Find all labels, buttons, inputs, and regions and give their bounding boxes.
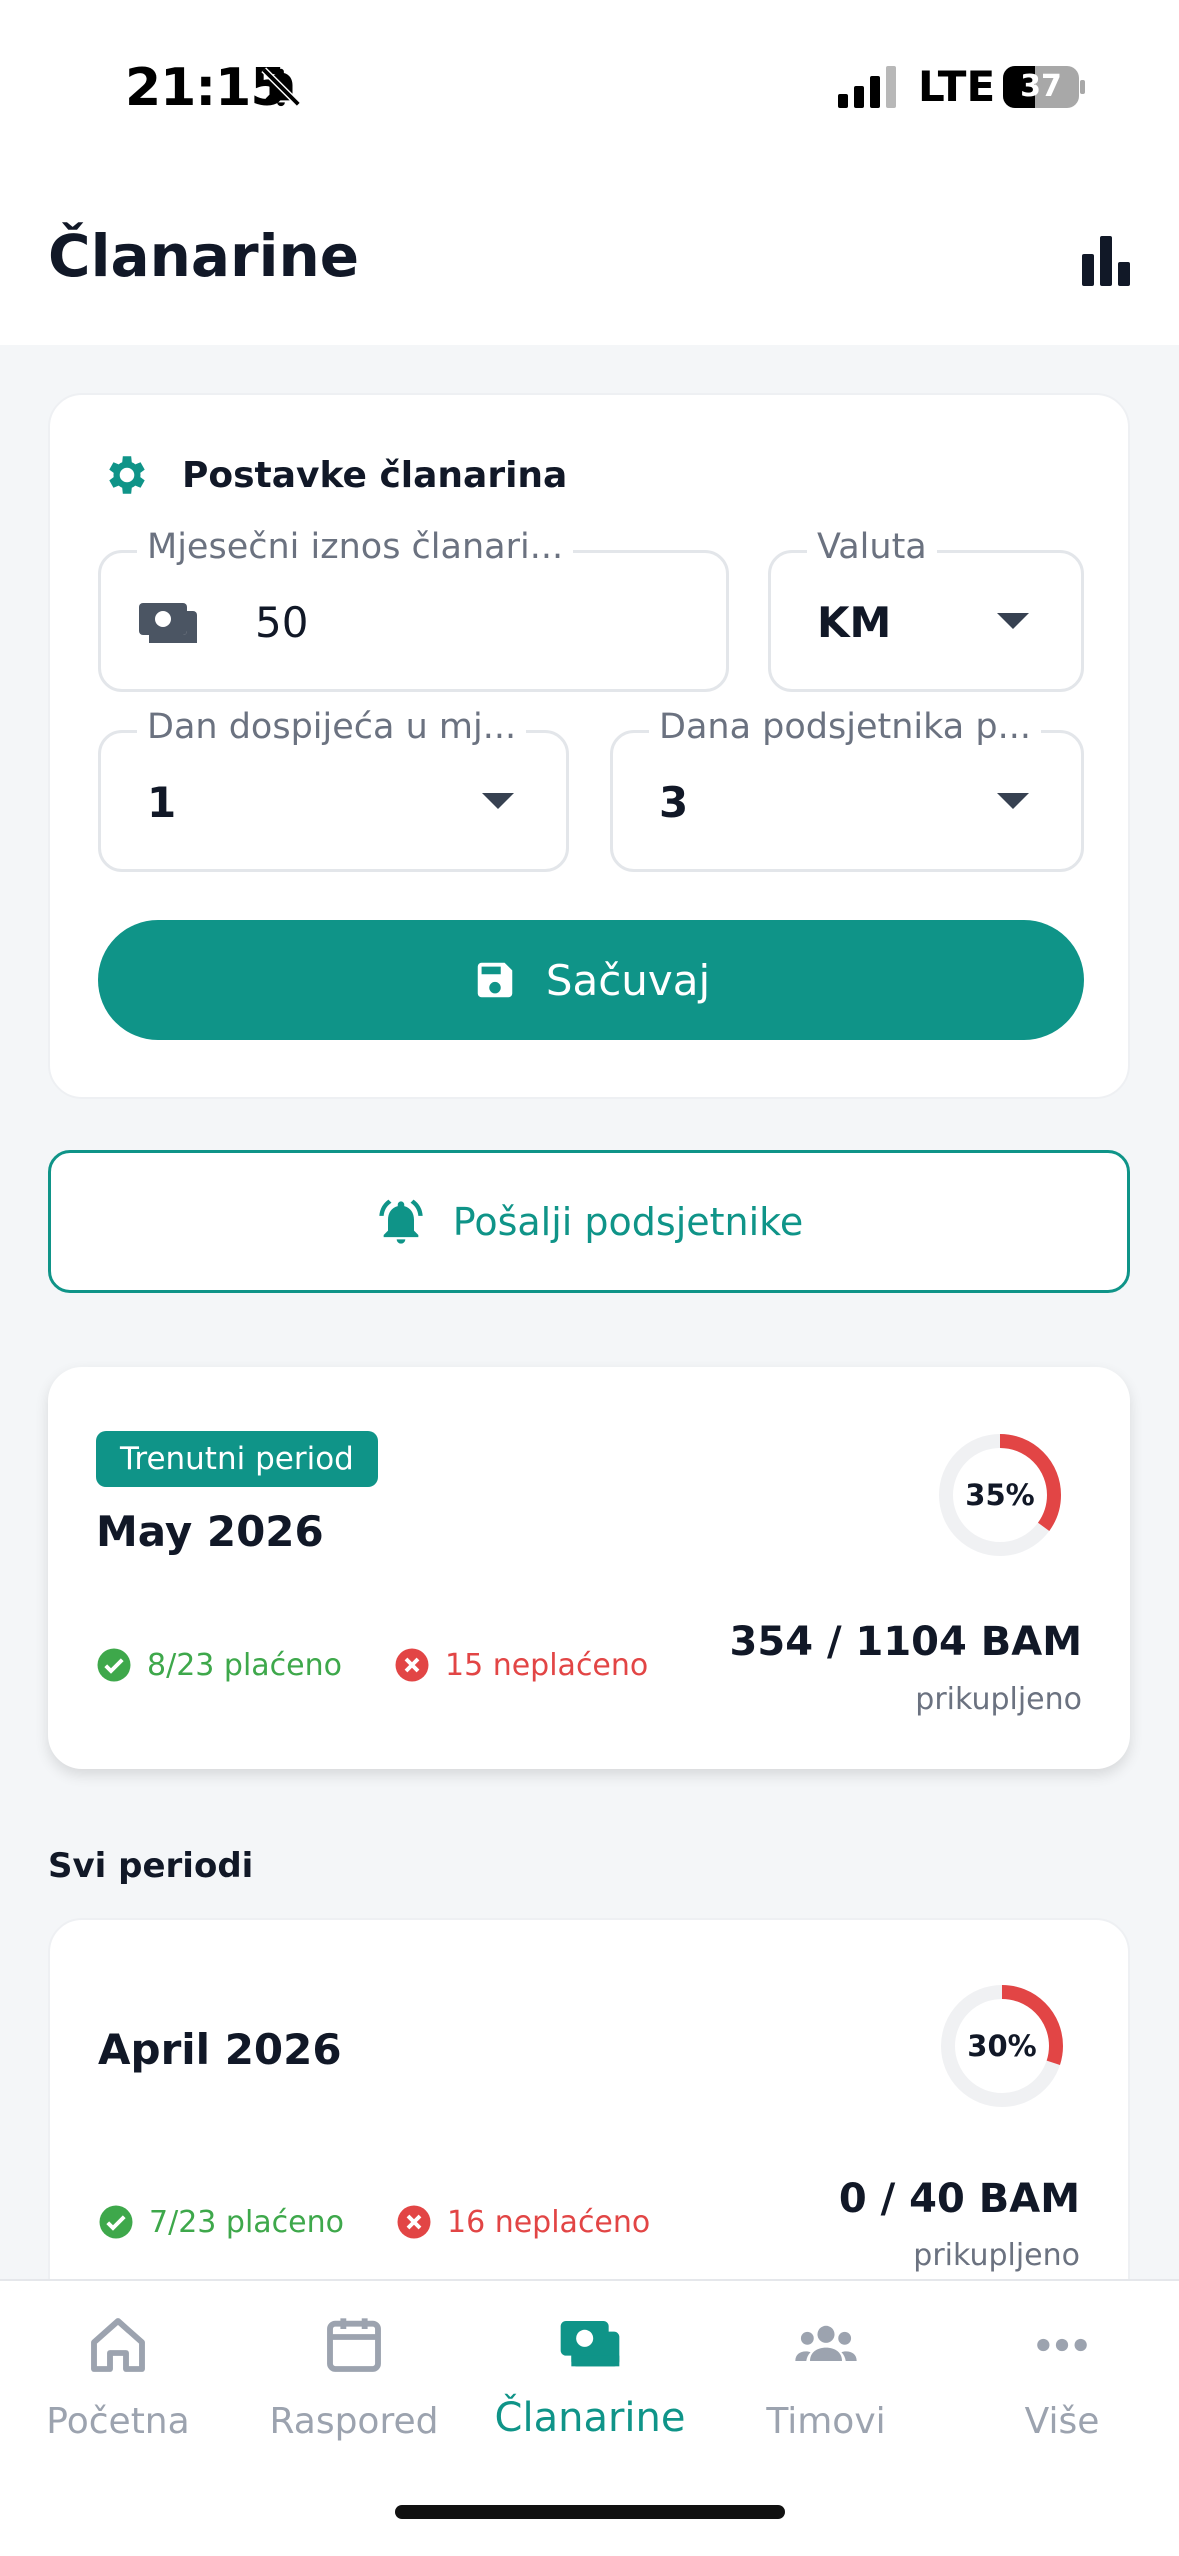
bell-ring-icon <box>379 1199 423 1244</box>
bell-off-icon <box>261 67 301 107</box>
progress-percent: 30% <box>967 2029 1037 2063</box>
more-icon <box>1037 2338 1087 2352</box>
send-reminders-label: Pošalji podsjetnike <box>452 1199 804 1244</box>
period-title: May 2026 <box>96 1507 324 1556</box>
nav-item-teams[interactable]: Timovi <box>708 2281 944 2481</box>
unpaid-count: 15 neplaćeno <box>394 1647 648 1683</box>
collected-amount: 0 / 40 BAM <box>838 2176 1080 2222</box>
money-icon <box>139 603 197 643</box>
x-circle-icon <box>395 1648 429 1682</box>
page-title: Članarine <box>48 222 360 290</box>
unpaid-label: 16 neplaćeno <box>447 2204 651 2240</box>
bar-chart-icon[interactable] <box>1080 234 1132 286</box>
currency-value: KM <box>817 598 892 647</box>
progress-percent: 35% <box>965 1478 1035 1512</box>
currency-label: Valuta <box>807 527 937 567</box>
calendar-icon <box>327 2318 381 2372</box>
unpaid-count: 16 neplaćeno <box>396 2204 650 2240</box>
reminder-days-label: Dana podsjetnika p... <box>649 707 1041 747</box>
chevron-down-icon <box>997 613 1029 629</box>
settings-heading: Postavke članarina <box>102 450 567 500</box>
save-button-label: Sačuvaj <box>545 955 711 1005</box>
due-day-value: 1 <box>147 778 177 827</box>
collected-amount: 354 / 1104 BAM <box>729 1619 1082 1665</box>
network-label: LTE <box>918 62 996 111</box>
paid-count: 8/23 plaćeno <box>96 1647 342 1683</box>
money-icon <box>560 2321 620 2367</box>
chevron-down-icon <box>482 793 514 809</box>
period-title: April 2026 <box>98 2025 342 2074</box>
send-reminders-button[interactable]: Pošalji podsjetnike <box>48 1150 1130 1293</box>
signal-icon <box>838 66 896 108</box>
home-icon <box>91 2318 145 2372</box>
check-circle-icon <box>97 1648 131 1682</box>
monthly-amount-value: 50 <box>255 598 309 647</box>
monthly-amount-label: Mjesečni iznos članari... <box>137 527 574 567</box>
nav-label: Raspored <box>269 2401 439 2442</box>
nav-item-memberships[interactable]: Članarine <box>472 2281 708 2481</box>
nav-label: Početna <box>46 2401 190 2442</box>
x-circle-icon <box>397 2205 431 2239</box>
due-day-label: Dan dospijeća u mj... <box>137 707 527 747</box>
monthly-amount-field[interactable]: Mjesečni iznos članari... 50 <box>98 527 729 692</box>
group-icon <box>795 2325 857 2361</box>
gear-icon <box>109 456 145 494</box>
paid-count: 7/23 plaćeno <box>98 2204 344 2240</box>
chevron-down-icon <box>997 793 1029 809</box>
check-circle-icon <box>99 2205 133 2239</box>
home-indicator <box>395 2505 785 2519</box>
reminder-days-value: 3 <box>659 778 689 827</box>
current-period-badge: Trenutni period <box>96 1431 378 1487</box>
due-day-select[interactable]: Dan dospijeća u mj... 1 <box>98 707 569 872</box>
period-card[interactable]: April 2026 30% 7/23 plaćeno 16 neplaćeno… <box>48 1918 1130 2338</box>
save-icon <box>477 962 513 998</box>
save-button[interactable]: Sačuvaj <box>98 920 1084 1040</box>
reminder-days-select[interactable]: Dana podsjetnika p... 3 <box>610 707 1084 872</box>
collected-label: prikupljeno <box>913 2238 1080 2273</box>
nav-item-home[interactable]: Početna <box>0 2281 236 2481</box>
nav-item-schedule[interactable]: Raspored <box>236 2281 472 2481</box>
nav-label: Timovi <box>766 2401 886 2442</box>
settings-title: Postavke članarina <box>182 454 568 496</box>
app-header: 21:15 LTE 37 Članarine <box>0 0 1179 345</box>
nav-label: Više <box>1024 2401 1100 2442</box>
battery-level: 37 <box>1020 69 1062 104</box>
paid-label: 8/23 plaćeno <box>147 1647 342 1683</box>
nav-label: Članarine <box>494 2395 686 2441</box>
paid-label: 7/23 plaćeno <box>149 2204 344 2240</box>
currency-select[interactable]: Valuta KM <box>768 527 1084 692</box>
settings-card: Postavke članarina Mjesečni iznos članar… <box>48 393 1130 1099</box>
all-periods-title: Svi periodi <box>48 1846 254 1886</box>
current-period-card[interactable]: Trenutni period May 2026 35% 8/23 plaćen… <box>48 1367 1130 1769</box>
nav-item-more[interactable]: Više <box>944 2281 1179 2481</box>
collected-label: prikupljeno <box>915 1682 1082 1717</box>
unpaid-label: 15 neplaćeno <box>445 1647 649 1683</box>
